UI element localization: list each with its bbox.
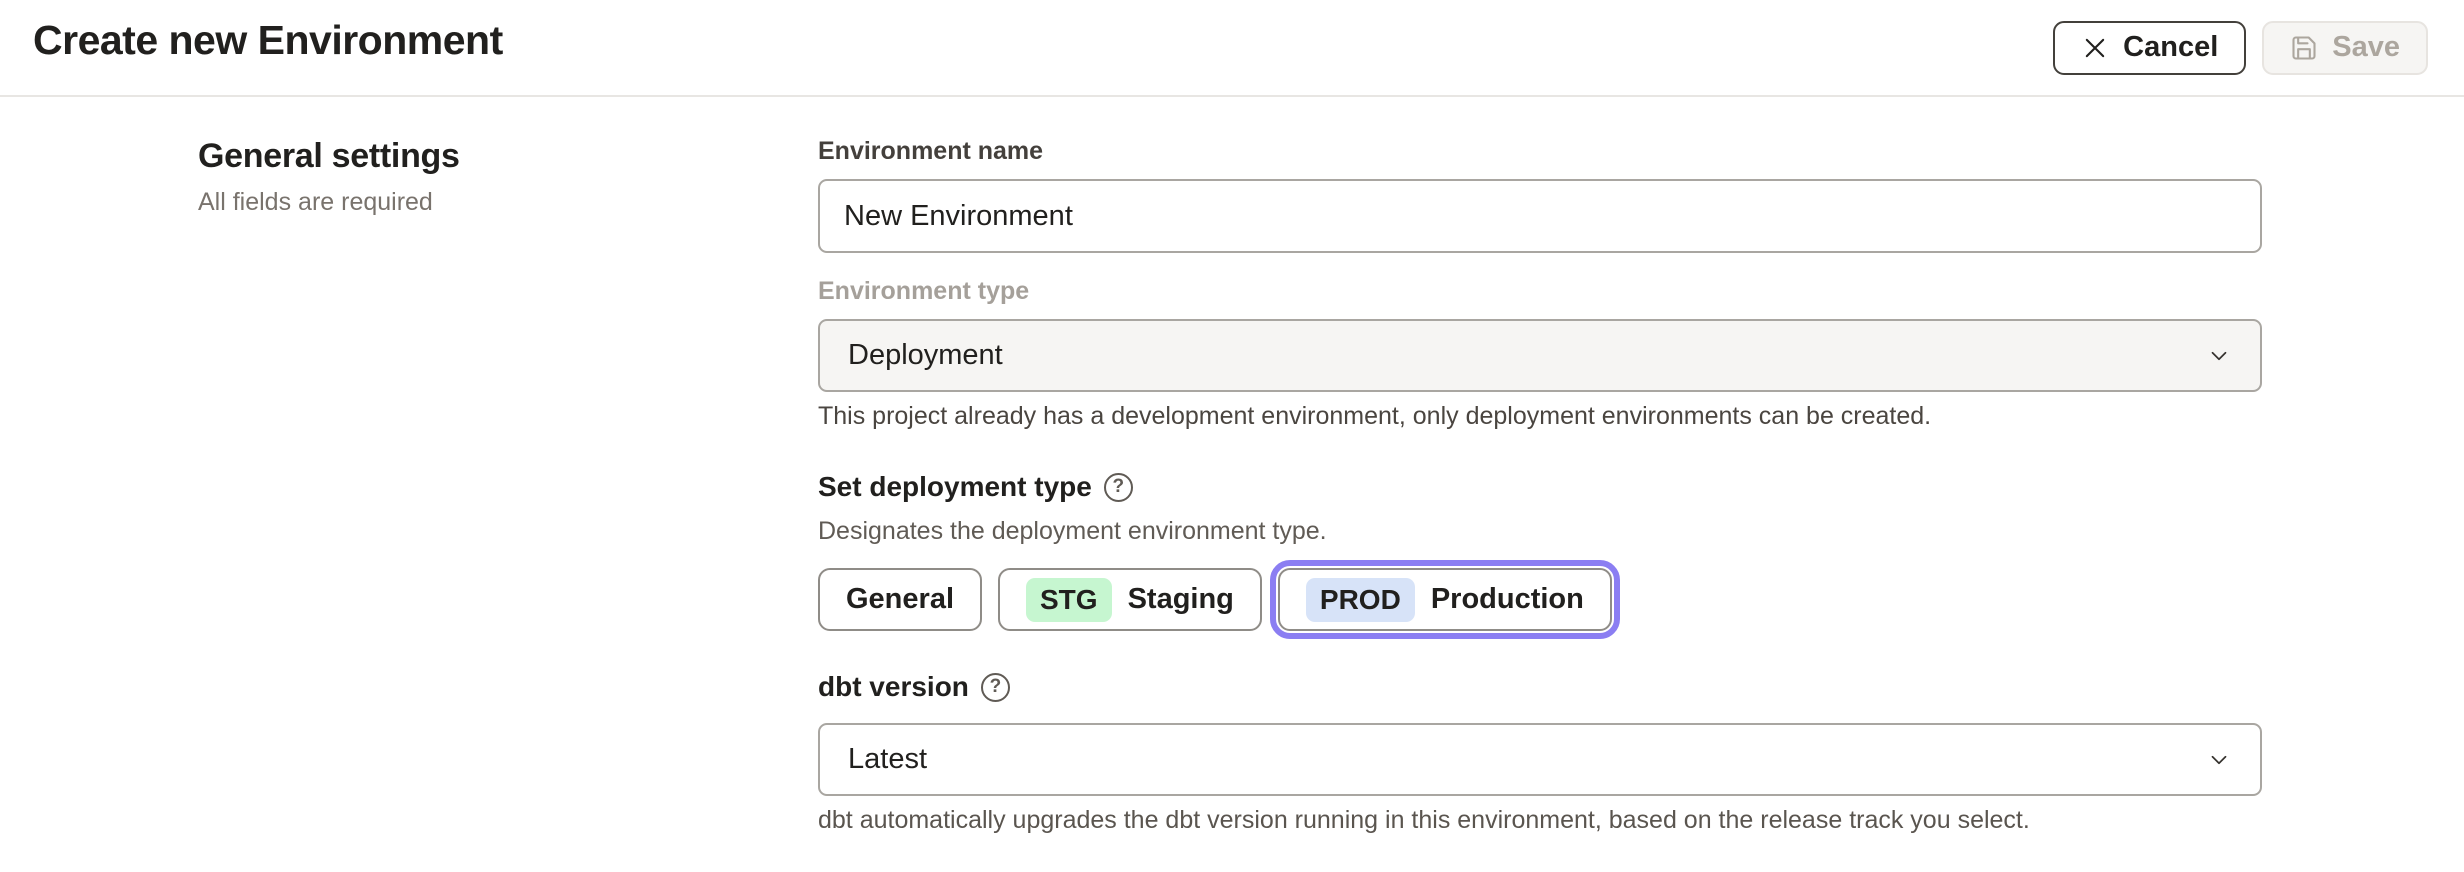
cancel-button-label: Cancel: [2123, 31, 2218, 64]
deployment-option-staging-label: Staging: [1128, 583, 1234, 616]
environment-type-field: Environment type Deployment This project…: [818, 277, 2262, 431]
deployment-type-description: Designates the deployment environment ty…: [818, 517, 2262, 546]
deployment-type-heading: Set deployment type: [818, 471, 1092, 503]
settings-panel: General settings All fields are required: [198, 137, 618, 872]
cancel-button[interactable]: Cancel: [2053, 21, 2246, 75]
environment-type-helper: This project already has a development e…: [818, 402, 2262, 431]
deployment-option-general[interactable]: General: [818, 568, 982, 631]
save-button-label: Save: [2332, 31, 2400, 64]
environment-name-label: Environment name: [818, 137, 2262, 166]
environment-name-input[interactable]: [818, 179, 2262, 253]
deployment-option-production[interactable]: PROD Production: [1278, 568, 1612, 631]
save-button[interactable]: Save: [2262, 21, 2428, 75]
deployment-option-general-label: General: [846, 583, 954, 616]
header-actions: Cancel Save: [2053, 21, 2428, 75]
deployment-type-section: Set deployment type ? Designates the dep…: [818, 471, 2262, 631]
deployment-type-options: General STG Staging PROD Production: [818, 568, 2262, 631]
main-content: General settings All fields are required…: [0, 97, 2464, 872]
dbt-version-helper: dbt automatically upgrades the dbt versi…: [818, 806, 2262, 835]
dbt-version-section: dbt version ? Latest dbt automatically u…: [818, 671, 2262, 835]
help-icon[interactable]: ?: [981, 673, 1010, 702]
chevron-down-icon: [2206, 747, 2232, 773]
page-title: Create new Environment: [33, 17, 2053, 64]
help-icon[interactable]: ?: [1104, 473, 1133, 502]
settings-heading: General settings: [198, 137, 618, 176]
environment-type-label: Environment type: [818, 277, 2262, 306]
staging-badge: STG: [1026, 578, 1112, 622]
chevron-down-icon: [2206, 343, 2232, 369]
environment-form: Environment name Environment type Deploy…: [818, 137, 2262, 872]
dbt-version-heading: dbt version: [818, 671, 969, 703]
deployment-option-staging[interactable]: STG Staging: [998, 568, 1262, 631]
dbt-version-value: Latest: [848, 743, 927, 776]
close-icon: [2081, 34, 2109, 62]
environment-name-field: Environment name: [818, 137, 2262, 253]
production-badge: PROD: [1306, 578, 1415, 622]
page-header: Create new Environment Cancel Save: [0, 0, 2464, 97]
environment-type-select[interactable]: Deployment: [818, 319, 2262, 392]
deployment-option-production-label: Production: [1431, 583, 1584, 616]
save-icon: [2290, 34, 2318, 62]
dbt-version-select[interactable]: Latest: [818, 723, 2262, 796]
settings-subheading: All fields are required: [198, 188, 618, 217]
environment-type-value: Deployment: [848, 339, 1003, 372]
